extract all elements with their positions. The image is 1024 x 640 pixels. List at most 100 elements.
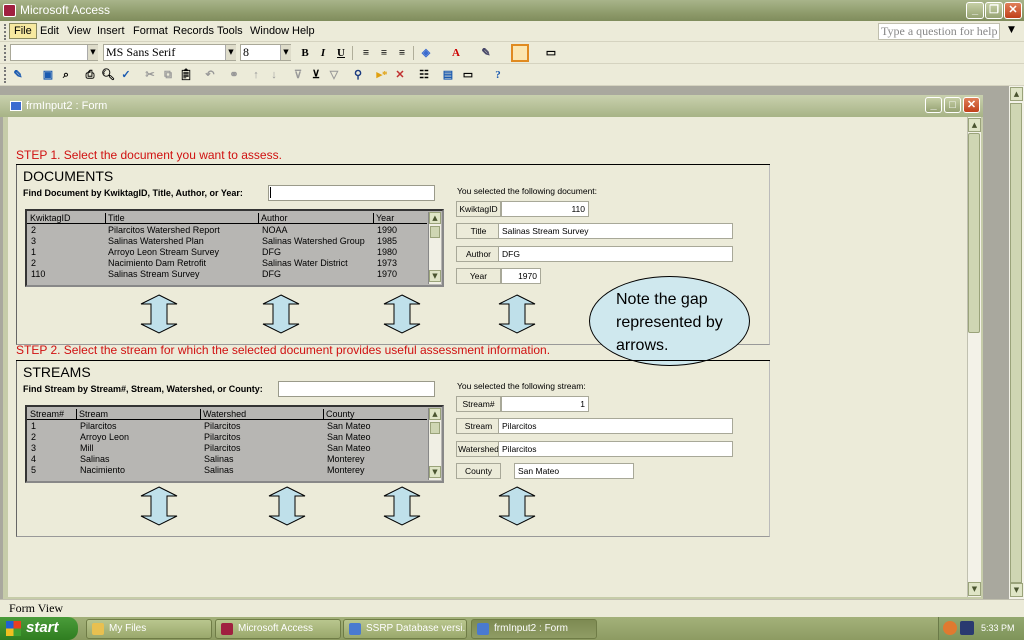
apply-filter-icon[interactable]: ▽	[326, 68, 342, 82]
underline-button[interactable]: U	[333, 46, 349, 60]
menu-window[interactable]: Window	[250, 25, 289, 37]
help-icon[interactable]: ?	[490, 68, 506, 82]
year-field[interactable]: 1970	[501, 268, 541, 284]
menu-view[interactable]: View	[67, 25, 91, 37]
author-field[interactable]: DFG	[498, 246, 733, 262]
streams-list-scrollbar[interactable]: ▲ ▼	[428, 408, 441, 480]
documents-list-scrollbar[interactable]: ▲ ▼	[428, 212, 441, 284]
list-scroll-down-icon[interactable]: ▼	[429, 466, 441, 478]
streams-find-input[interactable]	[278, 381, 435, 397]
form-scroll-thumb[interactable]	[968, 133, 980, 333]
properties-icon[interactable]: ☷	[416, 68, 432, 82]
special-effect-icon[interactable]	[511, 44, 529, 62]
menu-help[interactable]: Help	[292, 25, 315, 37]
table-row[interactable]: 4 Salinas Salinas Monterey	[27, 454, 427, 465]
align-left-icon[interactable]: ≡	[358, 46, 374, 60]
table-row[interactable]: 3 Salinas Watershed Plan Salinas Watersh…	[27, 236, 427, 247]
object-select[interactable]	[10, 44, 98, 61]
kwiktagid-field[interactable]: 110	[501, 201, 589, 217]
font-name-dropdown-icon[interactable]: ▼	[225, 45, 236, 60]
line-color-icon[interactable]: ✎	[478, 46, 494, 60]
table-row[interactable]: 2 Arroyo Leon Pilarcitos San Mateo	[27, 432, 427, 443]
menu-edit[interactable]: Edit	[40, 25, 59, 37]
scroll-up-icon[interactable]: ▲	[1010, 87, 1023, 101]
scroll-down-icon[interactable]: ▼	[1010, 583, 1023, 597]
title-field[interactable]: Salinas Stream Survey	[498, 223, 733, 239]
font-size-dropdown-icon[interactable]: ▼	[280, 45, 291, 60]
paste-icon[interactable]: 📋︎	[178, 68, 194, 82]
column-header[interactable]: KwiktagID	[30, 213, 71, 223]
font-color-icon[interactable]: A	[448, 46, 464, 60]
scroll-thumb[interactable]	[1010, 103, 1022, 583]
bold-button[interactable]: B	[297, 46, 313, 60]
taskbar-item-ssrp-database[interactable]: SSRP Database versi...	[343, 619, 467, 639]
find-icon[interactable]: ⚲	[350, 68, 366, 82]
table-row[interactable]: 1 Arroyo Leon Stream Survey DFG 1980	[27, 247, 427, 258]
stream-number-field[interactable]: 1	[501, 396, 589, 412]
taskbar-item-my-files[interactable]: My Files	[86, 619, 212, 639]
view-icon[interactable]: ✎	[10, 68, 26, 82]
menu-records[interactable]: Records	[173, 25, 214, 37]
column-header[interactable]: Author	[258, 213, 288, 223]
delete-record-icon[interactable]: ✕	[392, 68, 408, 82]
sort-ascending-icon[interactable]: ↑	[248, 68, 264, 82]
form-maximize-button[interactable]: □	[944, 97, 961, 113]
column-header[interactable]: County	[323, 409, 355, 419]
new-record-icon[interactable]: ▸*	[374, 68, 390, 82]
taskbar-item-access[interactable]: Microsoft Access	[215, 619, 341, 639]
menu-file[interactable]: File	[9, 23, 37, 39]
form-close-button[interactable]: ✕	[963, 97, 980, 113]
list-scroll-up-icon[interactable]: ▲	[429, 212, 441, 224]
form-scroll-up-icon[interactable]: ▲	[968, 118, 981, 132]
align-right-icon[interactable]: ≡	[394, 46, 410, 60]
form-minimize-button[interactable]: _	[925, 97, 942, 113]
taskbar-item-form[interactable]: frmInput2 : Form	[471, 619, 597, 639]
table-row[interactable]: 2 Pilarcitos Watershed Report NOAA 1990	[27, 225, 427, 236]
hyperlink-icon[interactable]: ⚭	[226, 68, 242, 82]
align-center-icon[interactable]: ≡	[376, 46, 392, 60]
column-header[interactable]: Stream#	[30, 409, 64, 419]
print-preview-icon[interactable]: 🔍︎	[100, 68, 116, 82]
tray-network-icon[interactable]	[960, 621, 974, 635]
table-row[interactable]: 110 Salinas Stream Survey DFG 1970	[27, 269, 427, 280]
list-scroll-thumb[interactable]	[430, 422, 440, 434]
help-search-input[interactable]: Type a question for help	[878, 23, 1000, 40]
table-row[interactable]: 3 Mill Pilarcitos San Mateo	[27, 443, 427, 454]
form-scroll-down-icon[interactable]: ▼	[968, 582, 981, 596]
help-dropdown-icon[interactable]: ▼	[1008, 25, 1015, 35]
menu-tools[interactable]: Tools	[217, 25, 243, 37]
column-header[interactable]: Stream	[76, 409, 108, 419]
filter-selection-icon[interactable]: ⊽	[290, 68, 306, 82]
column-header[interactable]: Title	[105, 213, 125, 223]
list-scroll-thumb[interactable]	[430, 226, 440, 238]
font-name-select[interactable]: MS Sans Serif	[103, 44, 236, 61]
stream-field[interactable]: Pilarcitos	[498, 418, 733, 434]
workspace-scrollbar[interactable]: ▲ ▼	[1009, 86, 1024, 599]
fill-color-icon[interactable]: ◈	[418, 46, 434, 60]
watershed-field[interactable]: Pilarcitos	[498, 441, 733, 457]
spelling-icon[interactable]: ✓	[118, 68, 134, 82]
filter-form-icon[interactable]: ⊻	[308, 68, 324, 82]
minimize-button[interactable]: _	[966, 2, 984, 19]
documents-find-input[interactable]	[268, 185, 435, 201]
object-dropdown-icon[interactable]: ▼	[87, 45, 98, 60]
database-window-icon[interactable]: ▤	[440, 68, 456, 82]
new-object-icon[interactable]: ▭	[460, 68, 476, 82]
close-button[interactable]: ✕	[1004, 2, 1022, 19]
line-width-icon[interactable]: ▭	[543, 46, 559, 60]
italic-button[interactable]: I	[315, 46, 331, 60]
table-row[interactable]: 1 Pilarcitos Pilarcitos San Mateo	[27, 421, 427, 432]
print-icon[interactable]: ⎙	[82, 68, 98, 82]
column-header[interactable]: Watershed	[200, 409, 246, 419]
column-header[interactable]: Year	[373, 213, 394, 223]
menu-insert[interactable]: Insert	[97, 25, 125, 37]
tray-app-icon[interactable]	[943, 621, 957, 635]
table-row[interactable]: 5 Nacimiento Salinas Monterey	[27, 465, 427, 476]
copy-icon[interactable]: ⧉	[160, 68, 176, 82]
start-button[interactable]: start	[0, 617, 78, 640]
save-icon[interactable]: ▣	[40, 68, 56, 82]
file-search-icon[interactable]: ⌕	[58, 68, 74, 82]
cut-icon[interactable]: ✂	[142, 68, 158, 82]
table-row[interactable]: 2 Nacimiento Dam Retrofit Salinas Water …	[27, 258, 427, 269]
list-scroll-up-icon[interactable]: ▲	[429, 408, 441, 420]
